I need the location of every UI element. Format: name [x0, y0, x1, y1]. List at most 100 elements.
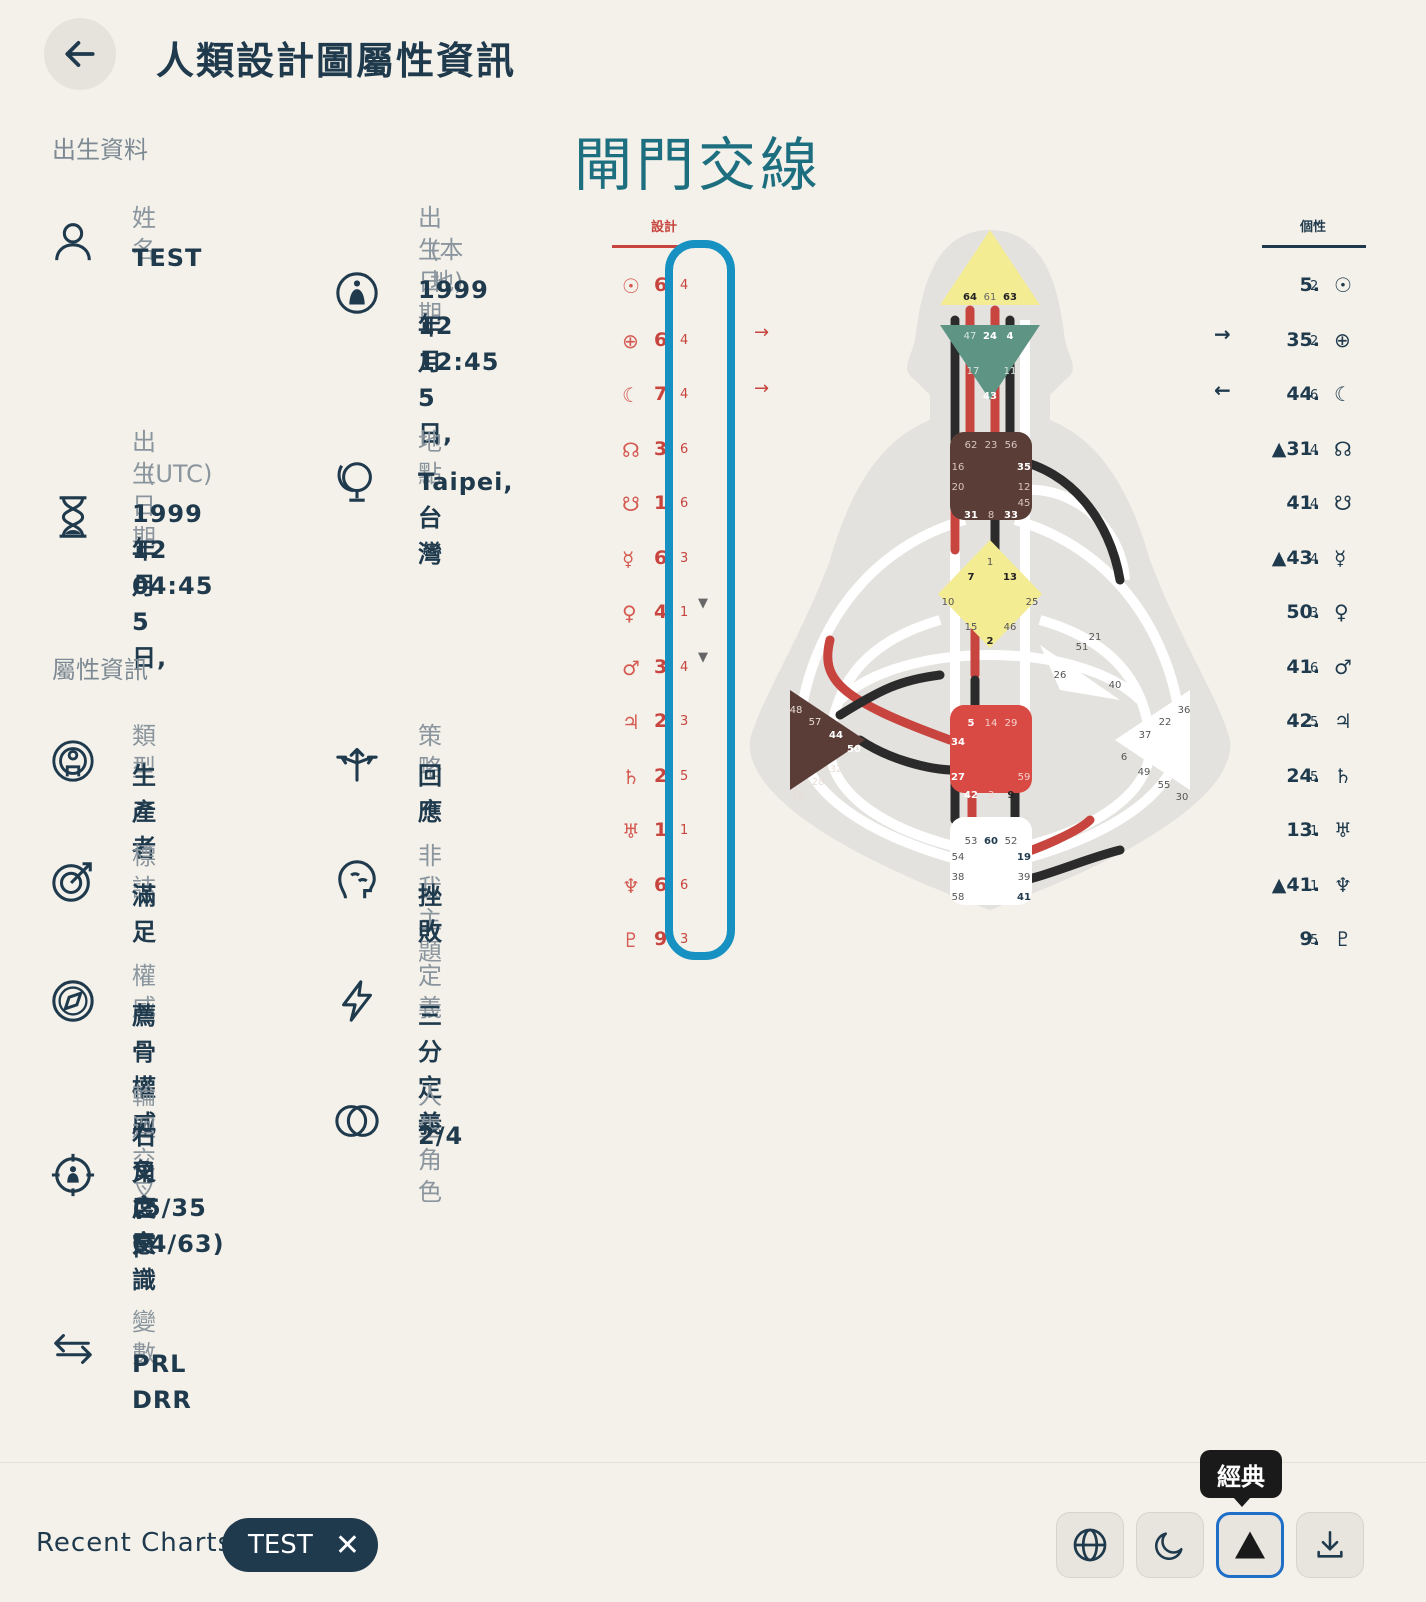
- personality-line: 2: [1310, 333, 1319, 349]
- personality-line: 1: [1310, 824, 1319, 839]
- svg-text:20: 20: [952, 482, 965, 493]
- svg-text:11: 11: [1004, 366, 1017, 377]
- svg-text:51: 51: [1076, 642, 1089, 653]
- svg-text:34: 34: [951, 737, 965, 748]
- planet-icon: ⊕: [622, 328, 639, 353]
- svg-text:23: 23: [985, 440, 998, 451]
- planet-icon: ♄: [1334, 763, 1352, 788]
- section-attributes: 屬性資訊: [52, 656, 148, 684]
- birth-bell-icon: [336, 272, 378, 314]
- planet-icon: ♇: [1334, 927, 1352, 951]
- chart-title: 閘門交線: [574, 131, 823, 199]
- svg-text:25: 25: [1026, 597, 1039, 608]
- svg-text:14: 14: [985, 718, 998, 729]
- personality-line: 5: [1310, 715, 1319, 730]
- planet-icon: ☋: [1334, 491, 1352, 515]
- page-title: 人類設計圖屬性資訊: [156, 39, 517, 83]
- personality-line: 1: [1310, 878, 1319, 894]
- svg-text:64: 64: [963, 292, 977, 303]
- chip-label: TEST: [248, 1530, 313, 1560]
- svg-text:24: 24: [983, 331, 997, 342]
- planet-icon: ♆: [1334, 872, 1352, 897]
- svg-text:38: 38: [952, 872, 965, 883]
- svg-text:26: 26: [1054, 670, 1067, 681]
- download-icon: [1317, 1530, 1343, 1558]
- classic-view-button[interactable]: [1216, 1512, 1284, 1578]
- personality-line: 4: [1310, 551, 1319, 567]
- svg-text:60: 60: [984, 836, 998, 847]
- recent-chart-chip[interactable]: TEST ✕: [222, 1518, 378, 1572]
- planet-icon: ♅: [622, 819, 640, 843]
- svg-text:54: 54: [952, 852, 965, 863]
- planet-icon: ♄: [622, 764, 640, 789]
- moon-icon: [1155, 1532, 1183, 1560]
- planet-icon: ♅: [1334, 818, 1352, 842]
- planet-icon: ♂: [1334, 654, 1352, 679]
- svg-text:42: 42: [964, 790, 978, 801]
- svg-text:19: 19: [1017, 852, 1031, 863]
- highlight-box: [665, 240, 735, 960]
- svg-text:44: 44: [829, 730, 843, 741]
- svg-text:1: 1: [987, 557, 993, 568]
- svg-text:56: 56: [1005, 440, 1018, 451]
- section-birth: 出生資料: [52, 136, 148, 164]
- planet-icon: ⊕: [1334, 327, 1351, 352]
- compass-icon: [52, 980, 94, 1022]
- svg-text:31: 31: [964, 510, 978, 521]
- close-icon[interactable]: ✕: [335, 1528, 360, 1563]
- personality-line: 2: [1310, 279, 1319, 294]
- swap-arrows-icon: [54, 1334, 92, 1364]
- download-button[interactable]: [1296, 1512, 1364, 1578]
- svg-text:50: 50: [847, 744, 861, 755]
- svg-text:59: 59: [1018, 772, 1031, 783]
- planet-icon: ☊: [622, 437, 640, 462]
- svg-text:22: 22: [1159, 717, 1172, 728]
- dark-mode-button[interactable]: [1136, 1512, 1204, 1578]
- planet-icon: ☾: [622, 383, 640, 407]
- planet-icon: ☿: [622, 546, 635, 571]
- planet-icon: ☉: [1334, 273, 1352, 297]
- svg-text:48: 48: [790, 705, 803, 716]
- svg-text:13: 13: [1003, 572, 1017, 583]
- svg-text:46: 46: [1004, 622, 1017, 633]
- svg-text:9: 9: [1008, 790, 1015, 801]
- head-icon: [338, 860, 376, 899]
- personality-line: 5: [1310, 769, 1319, 785]
- planet-icon: ☊: [1334, 436, 1352, 461]
- arrow-left-icon: [65, 41, 95, 67]
- svg-text:16: 16: [952, 462, 965, 473]
- planet-icon: ☿: [1334, 545, 1347, 570]
- personality-column-label: 個性: [1300, 220, 1327, 235]
- planet-icon: ☾: [1334, 382, 1352, 406]
- svg-text:15: 15: [965, 622, 978, 633]
- aura-person-icon: [52, 740, 94, 782]
- svg-text:61: 61: [984, 292, 997, 303]
- personality-line: 4: [1310, 497, 1319, 512]
- back-button[interactable]: [44, 18, 116, 90]
- svg-text:53: 53: [965, 836, 978, 847]
- svg-text:47: 47: [964, 331, 977, 342]
- svg-text:52: 52: [1005, 836, 1018, 847]
- svg-text:17: 17: [967, 366, 980, 377]
- svg-text:8: 8: [988, 510, 994, 521]
- personality-line: 5: [1310, 933, 1319, 948]
- target-icon: [52, 862, 92, 902]
- svg-text:2: 2: [987, 636, 994, 647]
- svg-text:43: 43: [983, 391, 997, 402]
- svg-text:36: 36: [1178, 705, 1191, 716]
- svg-text:35: 35: [1017, 462, 1031, 473]
- svg-text:58: 58: [952, 892, 965, 903]
- globe-button[interactable]: [1056, 1512, 1124, 1578]
- planet-icon: ♆: [622, 873, 640, 898]
- planet-icon: ♇: [622, 928, 640, 952]
- svg-text:62: 62: [965, 440, 978, 451]
- svg-text:6: 6: [1121, 752, 1127, 763]
- planet-icon: ☉: [622, 274, 640, 298]
- svg-text:7: 7: [968, 572, 975, 583]
- lightning-icon: [342, 980, 372, 1022]
- svg-text:5: 5: [968, 718, 975, 729]
- personality-line: 6: [1310, 660, 1319, 676]
- svg-text:10: 10: [942, 597, 955, 608]
- svg-text:28: 28: [812, 777, 825, 788]
- personality-line: 6: [1310, 388, 1319, 403]
